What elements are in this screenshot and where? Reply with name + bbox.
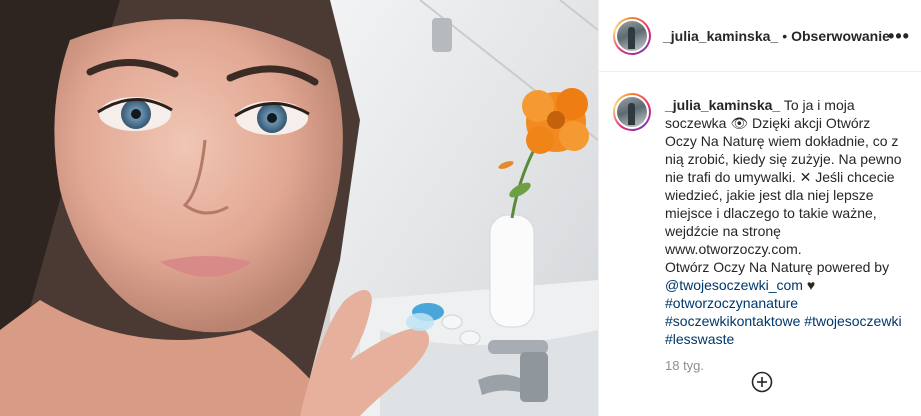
separator-dot: • <box>782 27 788 44</box>
caption-username[interactable]: _julia_kaminska_ <box>665 97 780 113</box>
caption-body: To ja i moja soczewka 👁 Dzięki akcji Otw… <box>665 97 902 257</box>
hashtag-link[interactable]: #lesswaste <box>665 331 734 347</box>
instagram-post: _julia_kaminska_ • Obserwowanie ••• _jul… <box>0 0 921 416</box>
timestamp[interactable]: 18 tyg. <box>665 358 921 373</box>
caption-powered-by: Otwórz Oczy Na Naturę powered by <box>665 259 890 275</box>
header-username[interactable]: _julia_kaminska_ <box>663 28 778 44</box>
hashtag-link[interactable]: #otworzoczynanature <box>665 295 798 311</box>
post-header: _julia_kaminska_ • Obserwowanie ••• <box>599 0 921 72</box>
caption-avatar-image <box>617 97 647 127</box>
caption-comment: _julia_kaminska_ To ja i moja soczewka 👁… <box>599 72 921 348</box>
selfie-illustration <box>0 0 598 416</box>
orange-flower <box>522 88 589 154</box>
wall-outlet <box>432 18 452 52</box>
post-side-panel: _julia_kaminska_ • Obserwowanie ••• _jul… <box>598 0 921 416</box>
caption-text: _julia_kaminska_ To ja i moja soczewka 👁… <box>665 96 903 348</box>
plus-circle-icon[interactable] <box>751 371 773 393</box>
more-options-icon[interactable]: ••• <box>887 24 911 48</box>
contact-lens <box>406 313 434 331</box>
mention-link[interactable]: @twojesoczewki_com <box>665 277 803 293</box>
hashtag-link[interactable]: #twojesoczewki <box>804 313 901 329</box>
faucet <box>488 340 548 354</box>
vase <box>489 214 535 328</box>
heart-icon: ♥ <box>806 277 816 293</box>
post-photo <box>0 0 598 416</box>
caption-avatar[interactable] <box>613 93 651 131</box>
hashtag-link[interactable]: #soczewkikontaktowe <box>665 313 800 329</box>
avatar-image <box>617 20 647 51</box>
avatar[interactable] <box>613 16 651 55</box>
following-button[interactable]: Obserwowanie <box>791 28 890 44</box>
